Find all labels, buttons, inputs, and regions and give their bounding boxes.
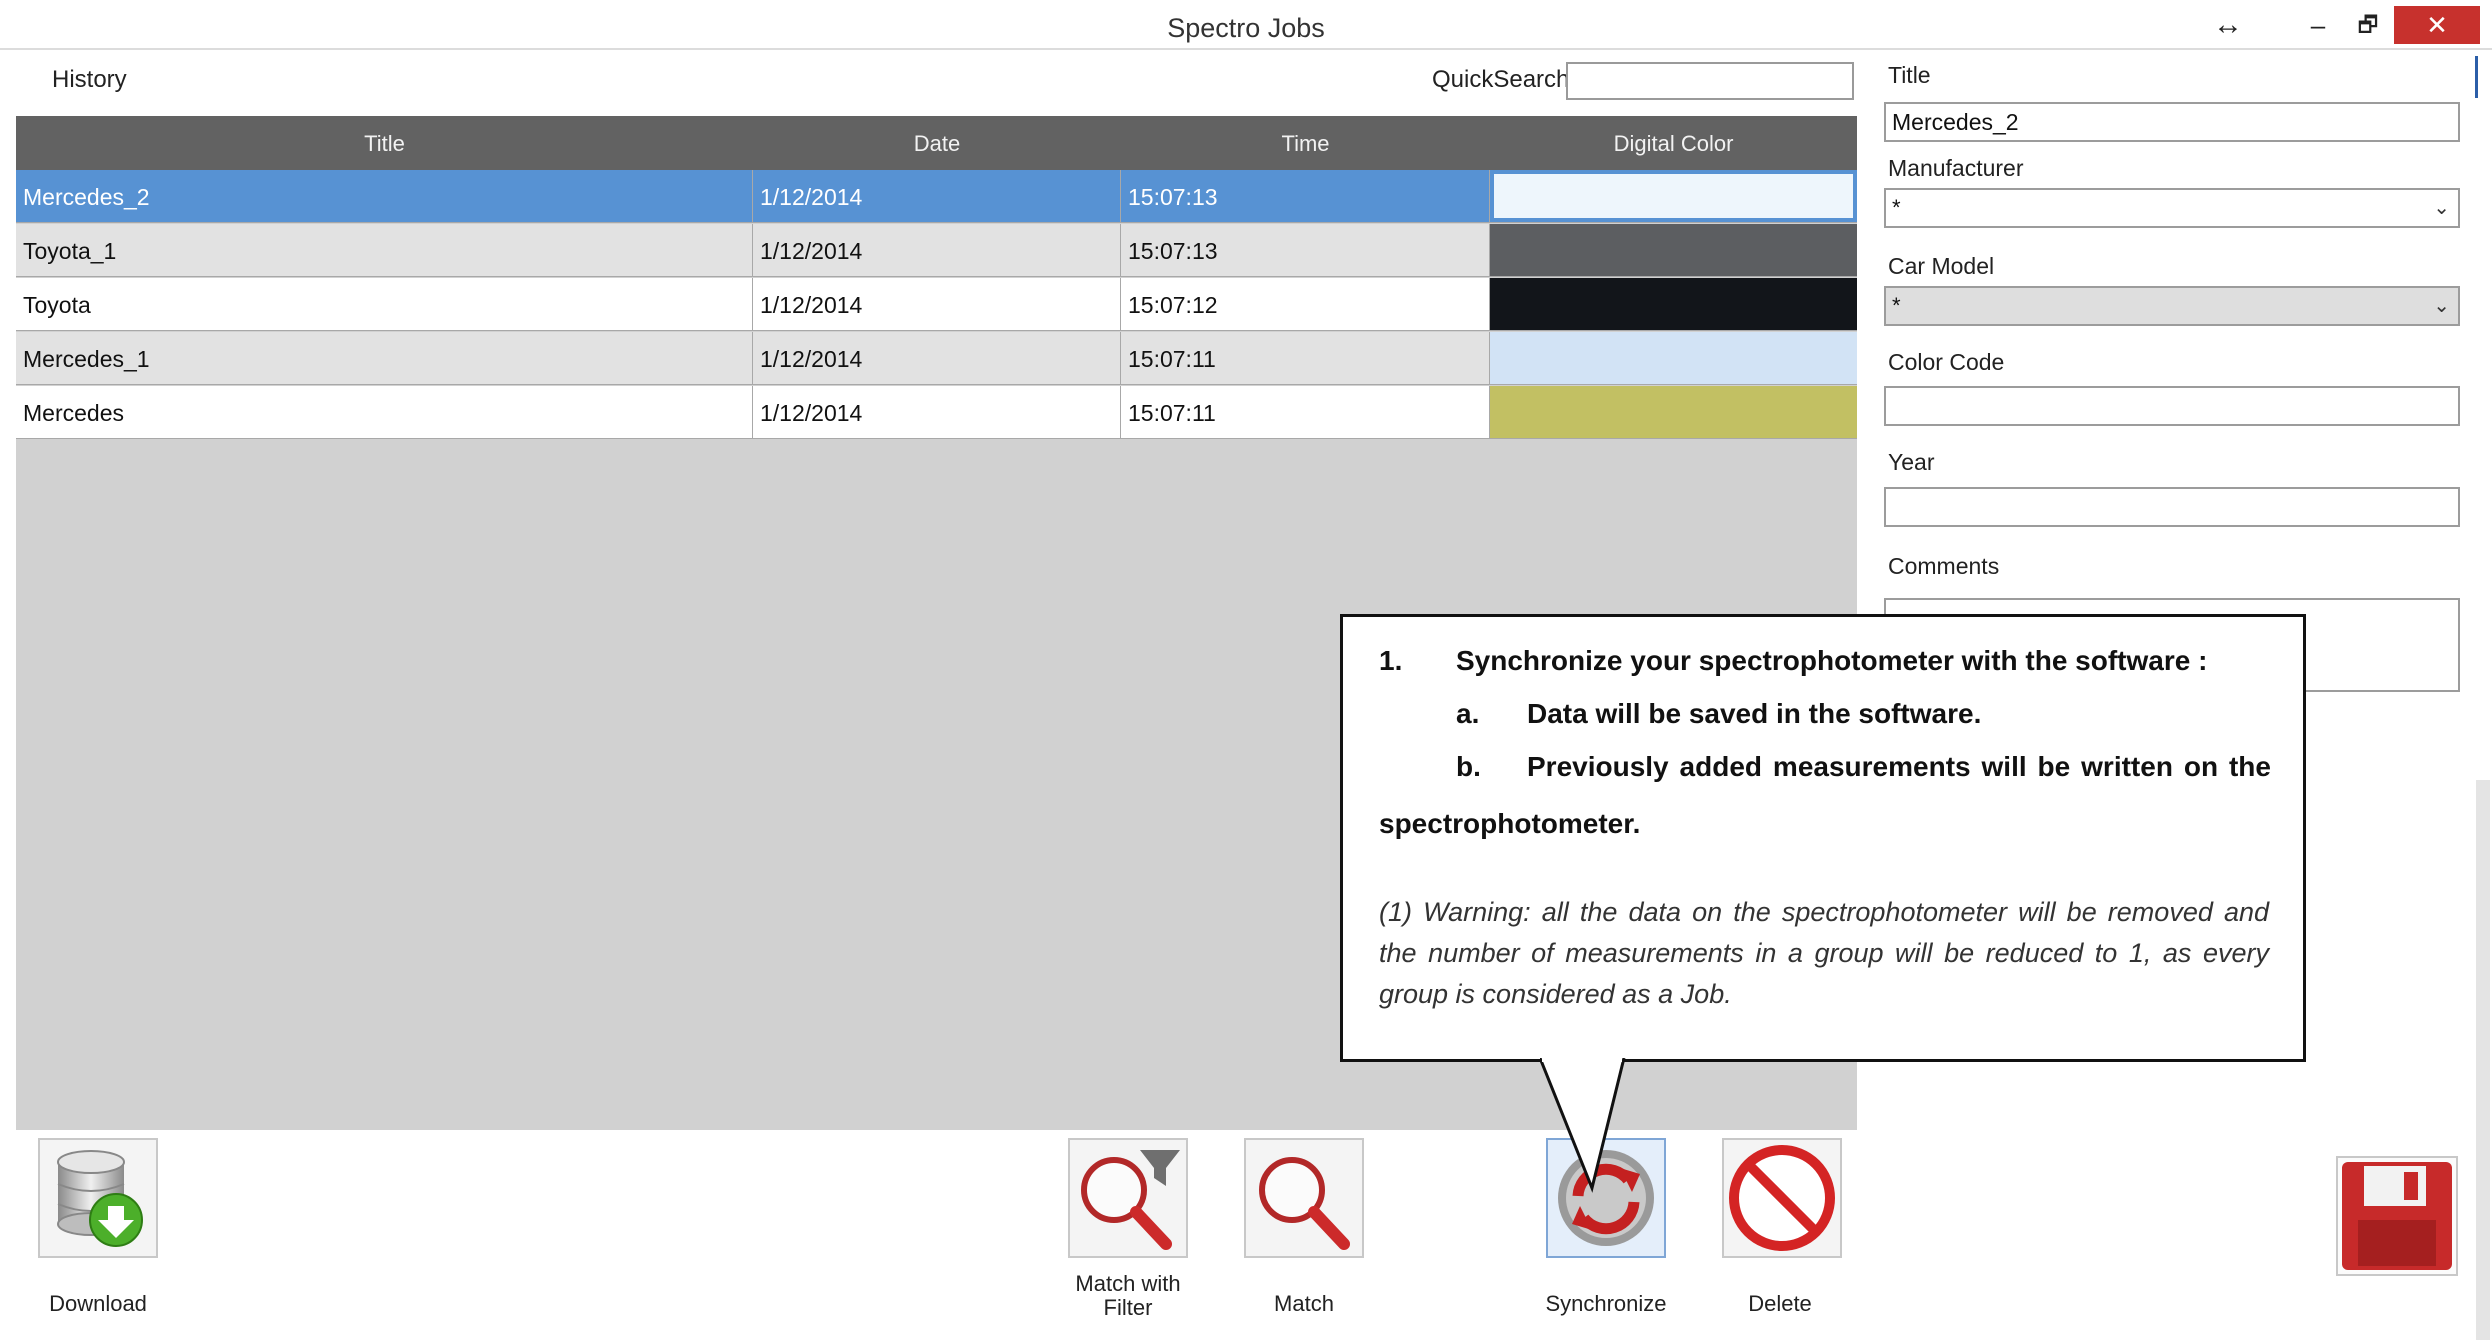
row-time: 15:07:13 [1121,170,1490,222]
table-row[interactable]: Mercedes 1/12/2014 15:07:11 [16,386,1857,439]
delete-button[interactable] [1722,1138,1842,1258]
chevron-down-icon: ⌄ [2433,295,2450,317]
row-title: Toyota [16,278,753,330]
color-swatch [1490,224,1857,276]
car-model-select[interactable]: * ⌄ [1884,286,2460,326]
match-button[interactable] [1244,1138,1364,1258]
magnifier-icon [1259,1157,1350,1250]
year-label: Year [1888,449,1935,475]
match-with-filter-line1: Match with [1075,1271,1181,1296]
close-button[interactable]: ✕ [2394,6,2480,44]
row-date: 1/12/2014 [753,386,1121,438]
row-time: 15:07:12 [1121,278,1490,330]
color-code-label: Color Code [1888,349,2005,375]
manufacturer-value: * [1892,195,1901,220]
quicksearch-label: QuickSearch [1432,66,1570,93]
magnifier-filter-icon [1081,1150,1180,1250]
download-button[interactable] [38,1138,158,1258]
synchronize-label: Synchronize [1545,1291,1667,1316]
match-with-filter-label: Match with Filter [1048,1272,1208,1320]
table-row[interactable]: Mercedes_2 1/12/2014 15:07:13 [16,170,1857,223]
restore-button[interactable]: 🗗 [2340,6,2396,44]
database-download-icon [57,1150,143,1247]
color-code-field[interactable] [1884,386,2460,426]
callout-a-text: Data will be saved in the software. [1527,698,1982,729]
resize-icon[interactable]: ↔ [2200,6,2256,44]
car-model-label: Car Model [1888,253,1995,279]
row-date: 1/12/2014 [753,278,1121,330]
no-entry-icon [1729,1145,1835,1251]
color-swatch [1490,332,1857,384]
year-field[interactable] [1884,487,2460,527]
row-date: 1/12/2014 [753,332,1121,384]
color-swatch [1490,386,1857,438]
floppy-disk-icon [2342,1162,2452,1270]
table-row[interactable]: Toyota 1/12/2014 15:07:12 [16,278,1857,331]
callout-item-number: 1. [1379,645,1403,676]
minimize-button[interactable]: – [2290,6,2346,44]
download-label: Download [49,1291,147,1316]
column-header-title[interactable]: Title [16,116,753,170]
callout-warning: (1) Warning: all the data on the spectro… [1379,897,2269,1009]
color-swatch [1490,278,1857,330]
match-with-filter-line2: Filter [1103,1295,1153,1320]
callout-b-text: Previously added measurements will be wr… [1527,751,2271,782]
table-row[interactable]: Toyota_1 1/12/2014 15:07:13 [16,224,1857,277]
row-time: 15:07:11 [1121,332,1490,384]
title-divider [0,48,2492,50]
title-field[interactable]: Mercedes_2 [1884,102,2460,142]
delete-label: Delete [1748,1291,1812,1316]
row-time: 15:07:11 [1121,386,1490,438]
callout-b-continuation: spectrophotometer. [1379,808,1641,839]
callout-pointer [1540,1058,1626,1193]
row-date: 1/12/2014 [753,170,1121,222]
car-model-value: * [1892,293,1901,318]
row-title: Toyota_1 [16,224,753,276]
row-time: 15:07:13 [1121,224,1490,276]
row-date: 1/12/2014 [753,224,1121,276]
scrollbar-track[interactable] [2476,780,2490,1340]
manufacturer-label: Manufacturer [1888,155,2024,181]
match-label: Match [1274,1291,1334,1316]
instruction-callout: 1. Synchronize your spectrophotometer wi… [1340,614,2306,1062]
callout-item-text: Synchronize your spectrophotometer with … [1456,645,2208,676]
color-swatch [1492,172,1855,220]
column-header-date[interactable]: Date [753,116,1121,170]
comments-label: Comments [1888,553,2000,579]
row-title: Mercedes_2 [16,170,753,222]
column-header-digital-color[interactable]: Digital Color [1490,116,1857,170]
save-button[interactable] [2336,1156,2458,1276]
column-header-time[interactable]: Time [1121,116,1490,170]
grid-header: Title Date Time Digital Color [16,116,1857,170]
table-row[interactable]: Mercedes_1 1/12/2014 15:07:11 [16,332,1857,385]
row-title: Mercedes_1 [16,332,753,384]
chevron-down-icon: ⌄ [2433,197,2450,219]
scrollbar-thumb[interactable] [2475,56,2478,98]
row-title: Mercedes [16,386,753,438]
manufacturer-select[interactable]: * ⌄ [1884,188,2460,228]
callout-a-number: a. [1456,698,1480,729]
quicksearch-input[interactable] [1566,62,1854,100]
match-with-filter-button[interactable] [1068,1138,1188,1258]
history-label: History [52,66,127,93]
callout-b-number: b. [1456,751,1481,782]
title-label: Title [1888,62,1931,88]
